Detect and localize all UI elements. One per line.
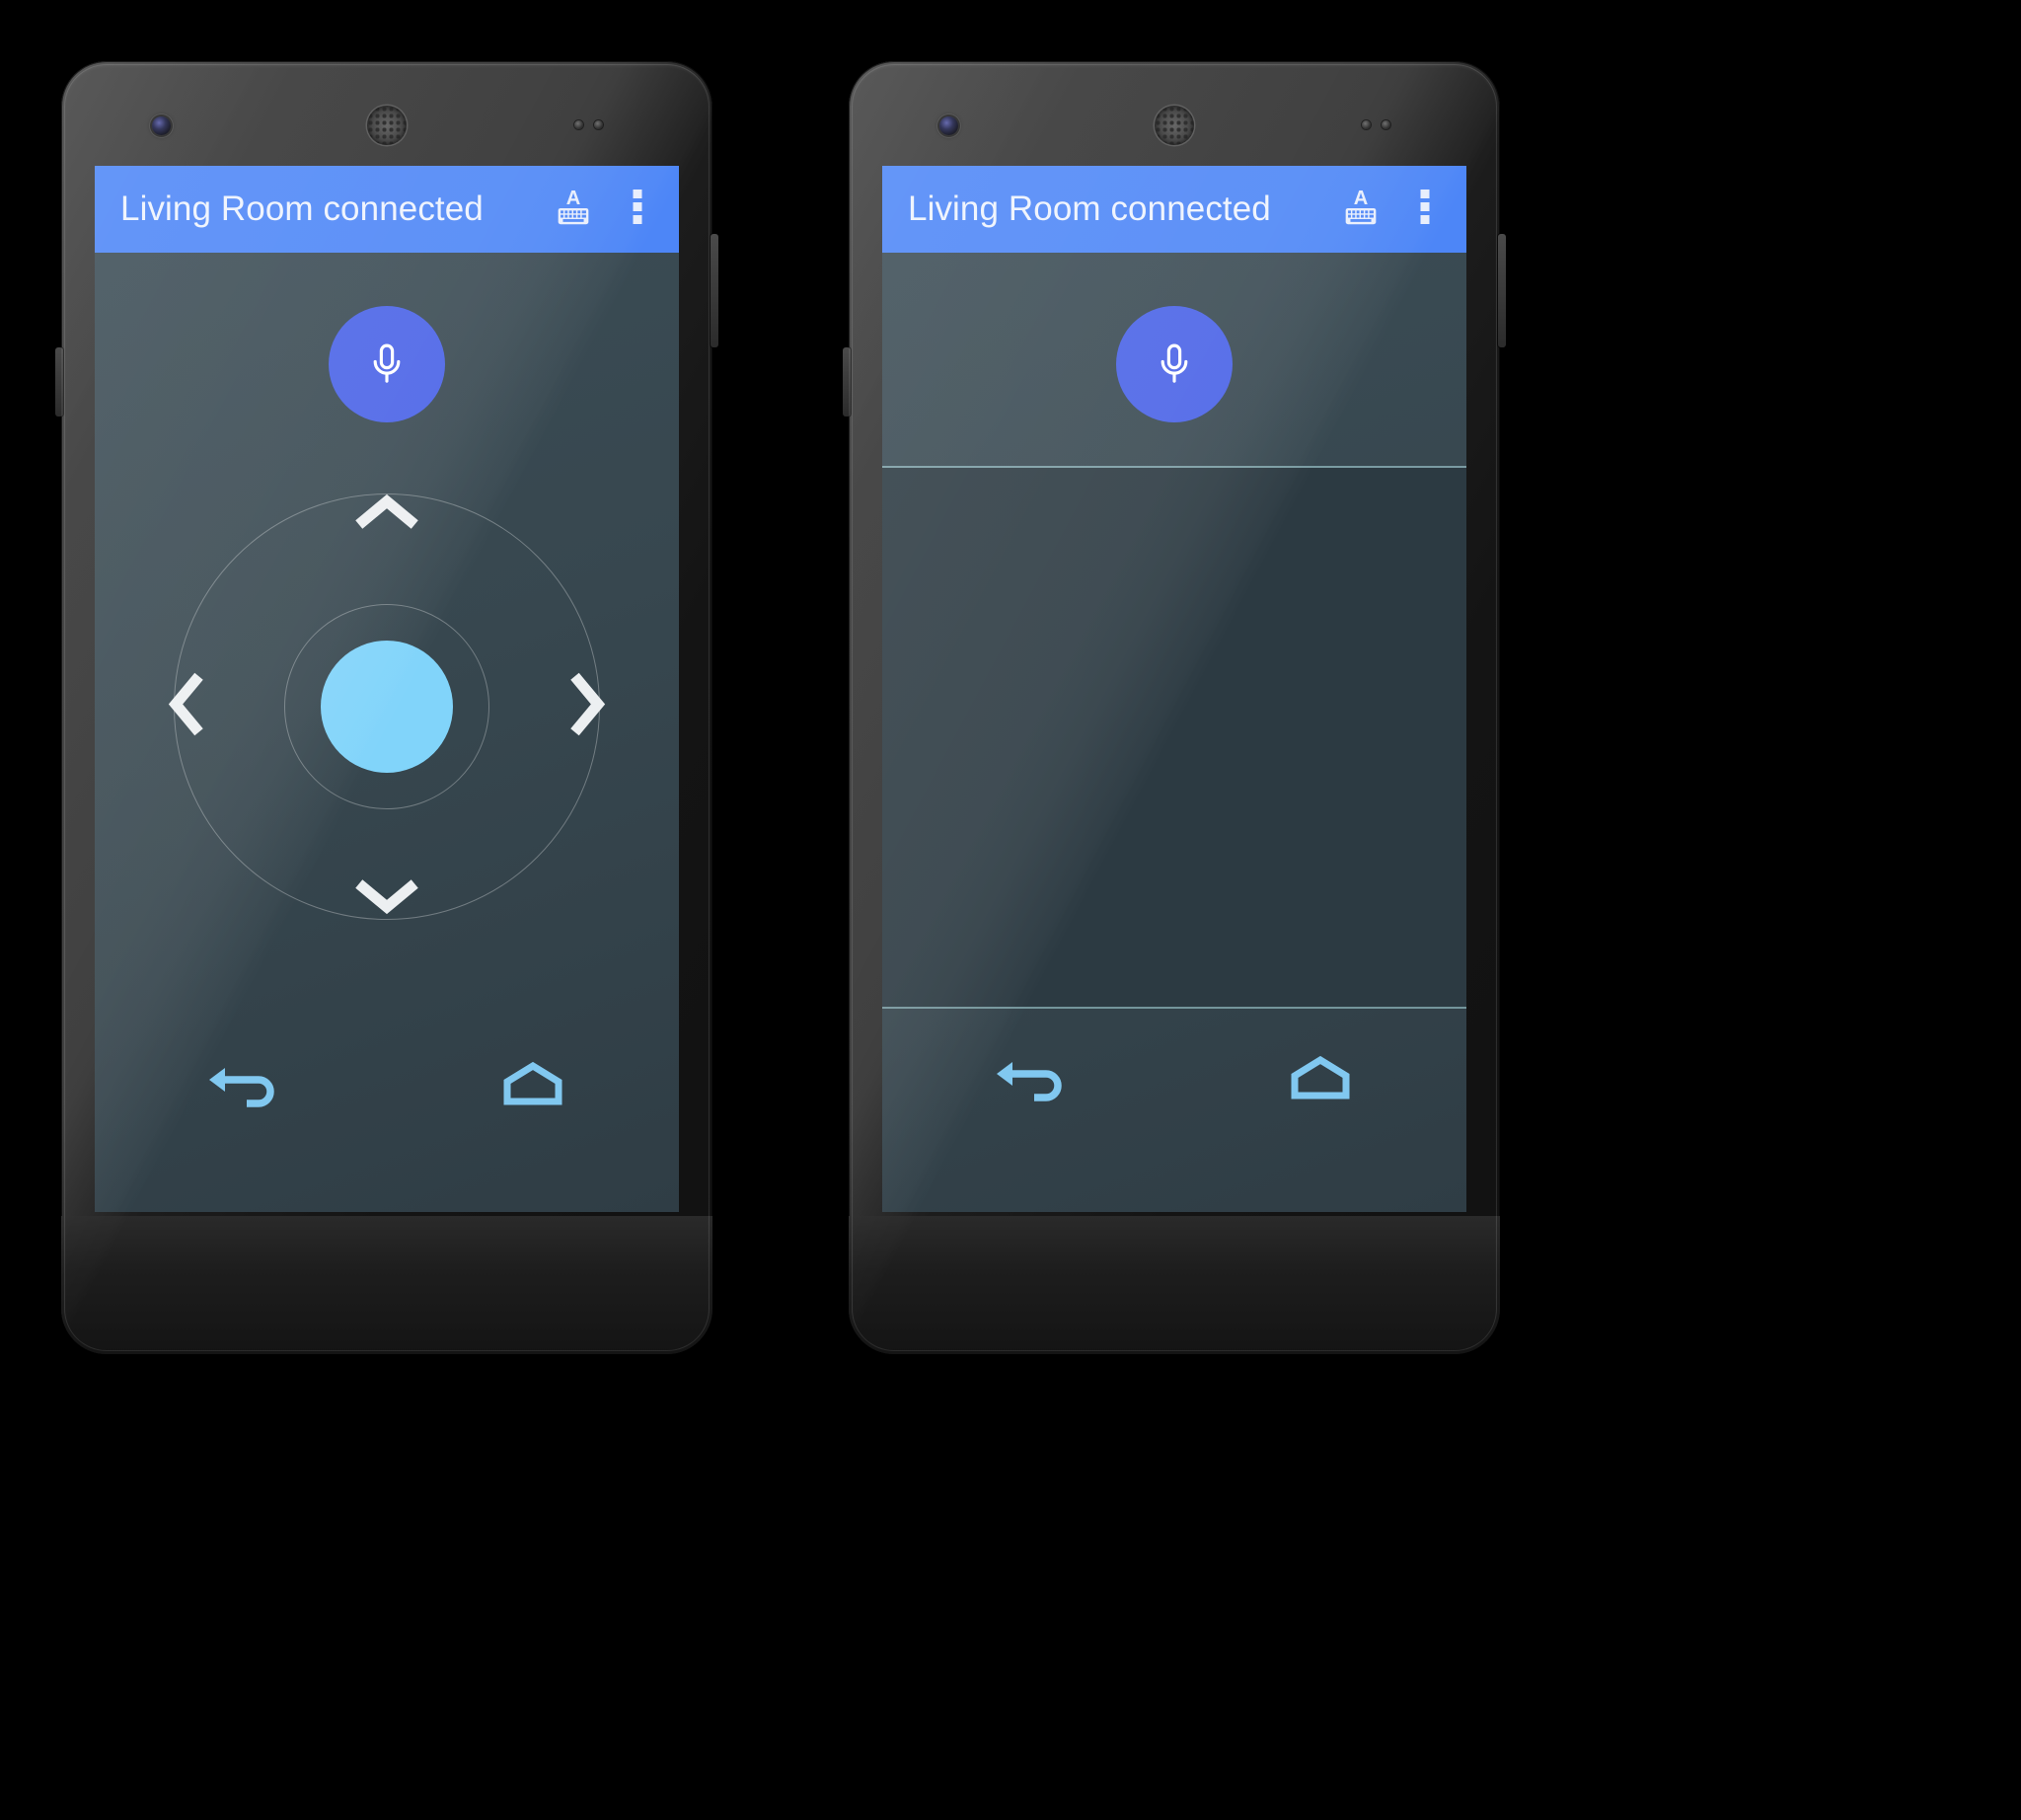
earpiece-speaker-icon	[367, 106, 407, 145]
app-bar: Living Room connected A	[95, 166, 679, 253]
overflow-menu-button[interactable]	[610, 173, 665, 246]
remote-control-body	[95, 253, 679, 1212]
overflow-menu-button[interactable]	[1397, 173, 1453, 246]
chevron-up-icon	[351, 490, 422, 542]
nav-zone	[882, 1009, 1466, 1212]
microphone-icon	[1148, 336, 1201, 394]
dpad	[168, 490, 606, 920]
svg-text:A: A	[566, 188, 581, 209]
app-bar-title: Living Room connected	[120, 190, 484, 228]
dpad-left-button[interactable]	[164, 669, 211, 745]
dpad-right-button[interactable]	[562, 669, 610, 745]
home-button[interactable]	[1174, 1050, 1466, 1112]
back-button[interactable]	[882, 1050, 1174, 1114]
light-sensor-icon	[594, 120, 603, 129]
phone-device-right: Living Room connected A	[843, 61, 1506, 1354]
phone-screen-right: Living Room connected A	[882, 166, 1466, 1212]
back-arrow-icon	[991, 1050, 1066, 1114]
dpad-zone	[95, 476, 679, 1015]
front-camera-icon	[152, 116, 171, 135]
microphone-icon	[360, 336, 413, 394]
home-button[interactable]	[387, 1056, 679, 1118]
voice-search-button[interactable]	[329, 306, 445, 422]
power-button[interactable]	[843, 347, 851, 417]
keyboard-icon: A	[1338, 185, 1384, 235]
chevron-right-icon	[562, 669, 610, 745]
power-button[interactable]	[55, 347, 63, 417]
overflow-menu-icon	[633, 189, 642, 231]
keyboard-button[interactable]: A	[537, 173, 610, 246]
proximity-sensor-icon	[574, 120, 583, 129]
home-icon	[1285, 1050, 1356, 1112]
nav-zone	[95, 1015, 679, 1212]
keyboard-button[interactable]: A	[1324, 173, 1397, 246]
volume-button[interactable]	[711, 234, 718, 347]
chevron-down-icon	[351, 872, 422, 924]
phone-chin-right	[849, 1216, 1500, 1354]
voice-search-zone	[882, 253, 1466, 468]
chevron-left-icon	[164, 669, 211, 745]
home-icon	[497, 1056, 568, 1118]
phone-chin-left	[61, 1216, 712, 1354]
app-bar: Living Room connected A	[882, 166, 1466, 253]
dpad-up-button[interactable]	[351, 490, 422, 542]
light-sensor-icon	[1382, 120, 1390, 129]
dpad-down-button[interactable]	[351, 872, 422, 924]
proximity-sensor-icon	[1362, 120, 1371, 129]
voice-search-zone	[95, 253, 679, 476]
overflow-menu-icon	[1420, 189, 1430, 231]
front-camera-icon	[939, 116, 958, 135]
svg-text:A: A	[1354, 188, 1369, 209]
back-arrow-icon	[203, 1056, 278, 1120]
earpiece-speaker-icon	[1155, 106, 1194, 145]
back-button[interactable]	[95, 1056, 387, 1120]
phone-device-left: Living Room connected A	[55, 61, 718, 1354]
touchpad-area[interactable]	[882, 468, 1466, 1009]
phone-screen-left: Living Room connected A	[95, 166, 679, 1212]
remote-control-body	[882, 253, 1466, 1212]
voice-search-button[interactable]	[1116, 306, 1233, 422]
keyboard-icon: A	[551, 185, 596, 235]
volume-button[interactable]	[1498, 234, 1506, 347]
screenshot-canvas: Living Room connected A Living Room conn…	[0, 0, 2021, 1820]
dpad-select-button[interactable]	[321, 641, 453, 773]
app-bar-title: Living Room connected	[908, 190, 1271, 228]
